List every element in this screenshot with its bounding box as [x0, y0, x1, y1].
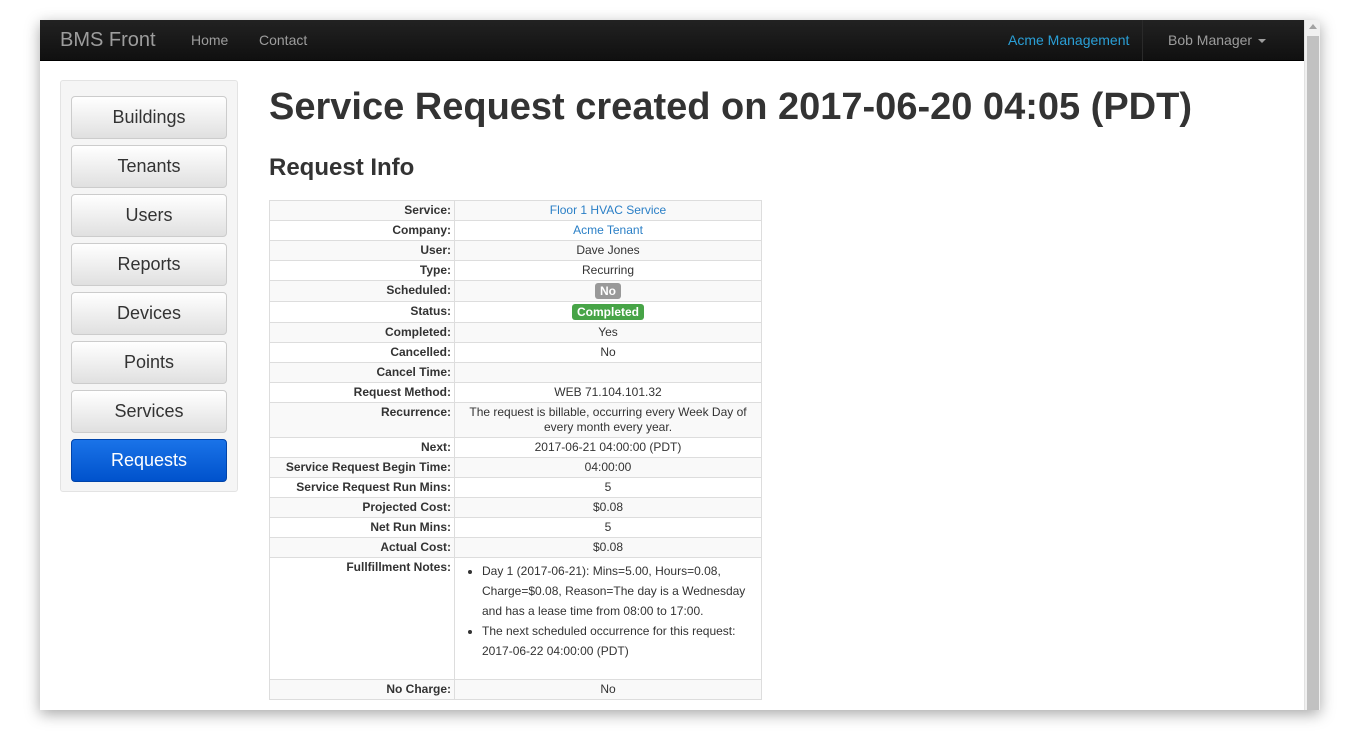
- projected-cost-label: Projected Cost:: [269, 497, 455, 518]
- type-value: Recurring: [454, 260, 762, 281]
- scroll-up-arrow-icon[interactable]: [1309, 24, 1317, 29]
- sidebar-item-devices[interactable]: Devices: [71, 292, 227, 335]
- request-method-label: Request Method:: [269, 382, 455, 403]
- completed-label: Completed:: [269, 322, 455, 343]
- projected-cost-value: $0.08: [454, 497, 762, 518]
- table-row: Next: 2017-06-21 04:00:00 (PDT): [269, 437, 762, 458]
- nav-home-link[interactable]: Home: [191, 32, 228, 48]
- table-row: No Charge: No: [269, 679, 762, 700]
- sidebar-item-points[interactable]: Points: [71, 341, 227, 384]
- next-label: Next:: [269, 437, 455, 458]
- completed-value: Yes: [454, 322, 762, 343]
- table-row: Actual Cost: $0.08: [269, 537, 762, 558]
- user-label: User:: [269, 240, 455, 261]
- no-charge-label: No Charge:: [269, 679, 455, 700]
- company-link[interactable]: Acme Tenant: [573, 223, 643, 237]
- net-run-mins-value: 5: [454, 517, 762, 538]
- table-row: Service Request Run Mins: 5: [269, 477, 762, 498]
- type-label: Type:: [269, 260, 455, 281]
- nav-divider: [1142, 20, 1143, 61]
- table-row: Completed: Yes: [269, 322, 762, 343]
- run-mins-label: Service Request Run Mins:: [269, 477, 455, 498]
- sidebar: Buildings Tenants Users Reports Devices …: [60, 80, 238, 492]
- table-row: Recurrence: The request is billable, occ…: [269, 402, 762, 438]
- browser-window: BMS Front Home Contact Acme Management B…: [40, 20, 1320, 710]
- notes-value: Day 1 (2017-06-21): Mins=5.00, Hours=0.0…: [454, 557, 762, 680]
- page-title: Service Request created on 2017-06-20 04…: [269, 86, 1192, 128]
- begin-time-value: 04:00:00: [454, 457, 762, 478]
- company-value: Acme Tenant: [454, 220, 762, 241]
- next-value: 2017-06-21 04:00:00 (PDT): [454, 437, 762, 458]
- cancel-time-label: Cancel Time:: [269, 362, 455, 383]
- caret-down-icon: [1258, 39, 1267, 44]
- table-row: Net Run Mins: 5: [269, 517, 762, 538]
- section-title: Request Info: [269, 154, 415, 181]
- user-value: Dave Jones: [454, 240, 762, 261]
- table-row: Company: Acme Tenant: [269, 220, 762, 241]
- run-mins-value: 5: [454, 477, 762, 498]
- sidebar-item-requests[interactable]: Requests: [71, 439, 227, 482]
- notes-list: Day 1 (2017-06-21): Mins=5.00, Hours=0.0…: [458, 561, 758, 661]
- company-label: Company:: [269, 220, 455, 241]
- table-row: Request Method: WEB 71.104.101.32: [269, 382, 762, 403]
- status-value: Completed: [454, 301, 762, 323]
- status-label: Status:: [269, 301, 455, 323]
- sidebar-item-buildings[interactable]: Buildings: [71, 96, 227, 139]
- actual-cost-label: Actual Cost:: [269, 537, 455, 558]
- begin-time-label: Service Request Begin Time:: [269, 457, 455, 478]
- sidebar-item-services[interactable]: Services: [71, 390, 227, 433]
- table-row: Status: Completed: [269, 301, 762, 323]
- table-row: Projected Cost: $0.08: [269, 497, 762, 518]
- table-row: Type: Recurring: [269, 260, 762, 281]
- sidebar-item-users[interactable]: Users: [71, 194, 227, 237]
- navbar: BMS Front Home Contact Acme Management B…: [40, 20, 1304, 61]
- scrollbar-thumb[interactable]: [1307, 36, 1319, 710]
- table-row: Cancel Time:: [269, 362, 762, 383]
- org-link[interactable]: Acme Management: [1008, 32, 1129, 48]
- nav-contact-link[interactable]: Contact: [259, 32, 307, 48]
- table-row: Scheduled: No: [269, 280, 762, 302]
- table-row: Fullfillment Notes: Day 1 (2017-06-21): …: [269, 557, 762, 680]
- cancel-time-value: [454, 362, 762, 383]
- notes-label: Fullfillment Notes:: [269, 557, 455, 680]
- sidebar-item-tenants[interactable]: Tenants: [71, 145, 227, 188]
- table-row: Cancelled: No: [269, 342, 762, 363]
- net-run-mins-label: Net Run Mins:: [269, 517, 455, 538]
- service-label: Service:: [269, 200, 455, 221]
- list-item: The next scheduled occurrence for this r…: [482, 621, 758, 661]
- table-row: User: Dave Jones: [269, 240, 762, 261]
- cancelled-label: Cancelled:: [269, 342, 455, 363]
- scheduled-label: Scheduled:: [269, 280, 455, 302]
- actual-cost-value: $0.08: [454, 537, 762, 558]
- cancelled-value: No: [454, 342, 762, 363]
- user-menu[interactable]: Bob Manager: [1168, 32, 1267, 48]
- service-value: Floor 1 HVAC Service: [454, 200, 762, 221]
- request-method-value: WEB 71.104.101.32: [454, 382, 762, 403]
- recurrence-label: Recurrence:: [269, 402, 455, 438]
- no-charge-value: No: [454, 679, 762, 700]
- recurrence-value: The request is billable, occurring every…: [454, 402, 762, 438]
- table-row: Service: Floor 1 HVAC Service: [269, 200, 762, 221]
- scheduled-badge: No: [595, 283, 621, 299]
- status-badge: Completed: [571, 304, 644, 320]
- table-row: Service Request Begin Time: 04:00:00: [269, 457, 762, 478]
- sidebar-item-reports[interactable]: Reports: [71, 243, 227, 286]
- user-menu-label: Bob Manager: [1168, 32, 1253, 48]
- service-link[interactable]: Floor 1 HVAC Service: [550, 203, 666, 217]
- brand-link[interactable]: BMS Front: [60, 29, 156, 52]
- scheduled-value: No: [454, 280, 762, 302]
- request-info-table: Service: Floor 1 HVAC Service Company: A…: [269, 200, 762, 700]
- list-item: Day 1 (2017-06-21): Mins=5.00, Hours=0.0…: [482, 561, 758, 621]
- vertical-scrollbar[interactable]: [1304, 20, 1320, 710]
